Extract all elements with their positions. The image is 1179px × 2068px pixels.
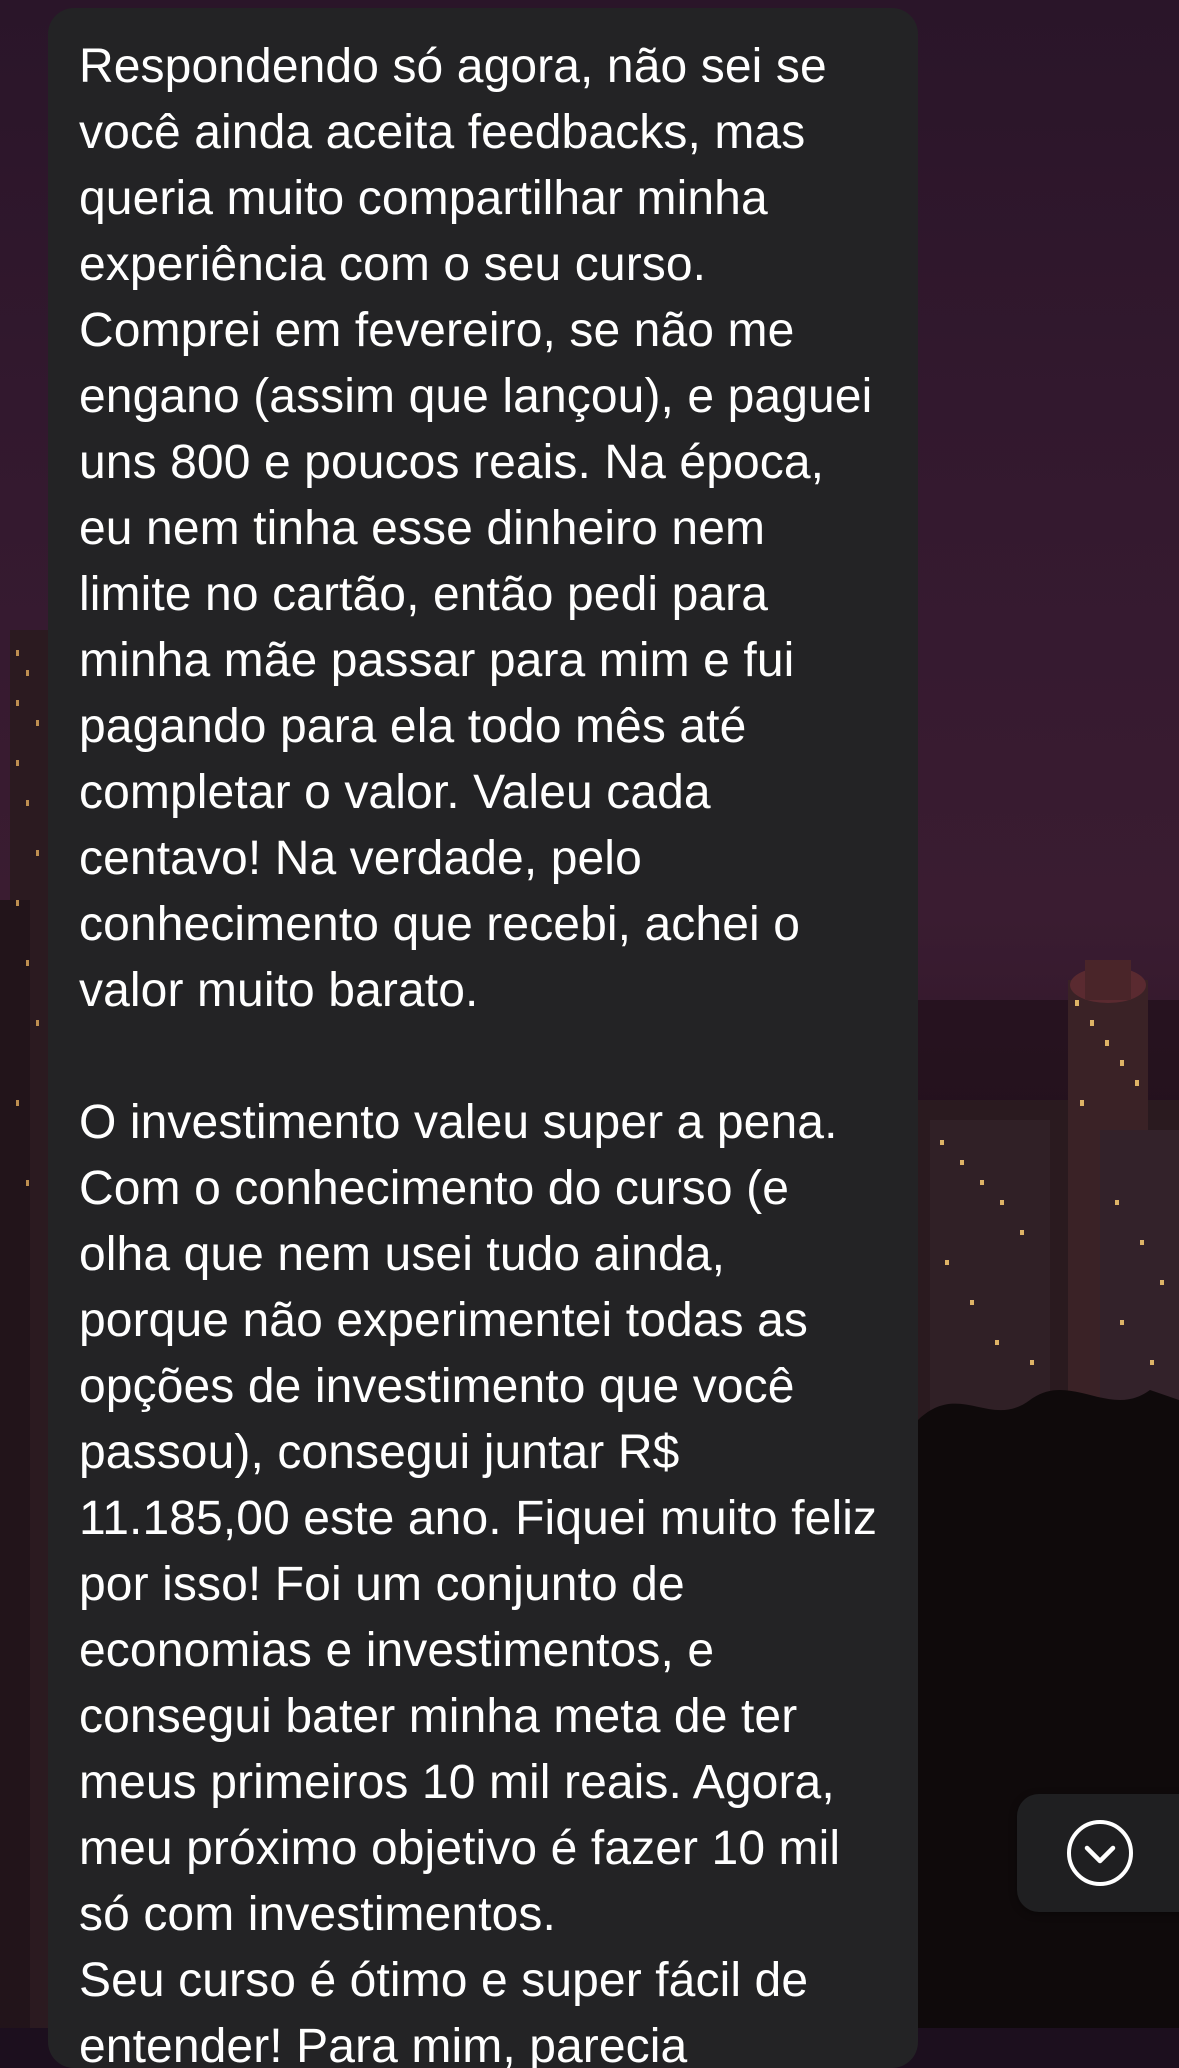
message-text: O investimento valeu super a pena. Com o…: [79, 1096, 878, 1941]
scroll-to-bottom-button[interactable]: [1017, 1794, 1179, 1912]
message-text: Seu curso é ótimo e super fácil de enten…: [79, 1954, 809, 2068]
message-text: Respondendo só agora, não sei se você ai…: [79, 40, 873, 1017]
message-bubble: Respondendo só agora, não sei se você ai…: [48, 8, 918, 2068]
chevron-down-circle-icon: [1067, 1820, 1133, 1886]
